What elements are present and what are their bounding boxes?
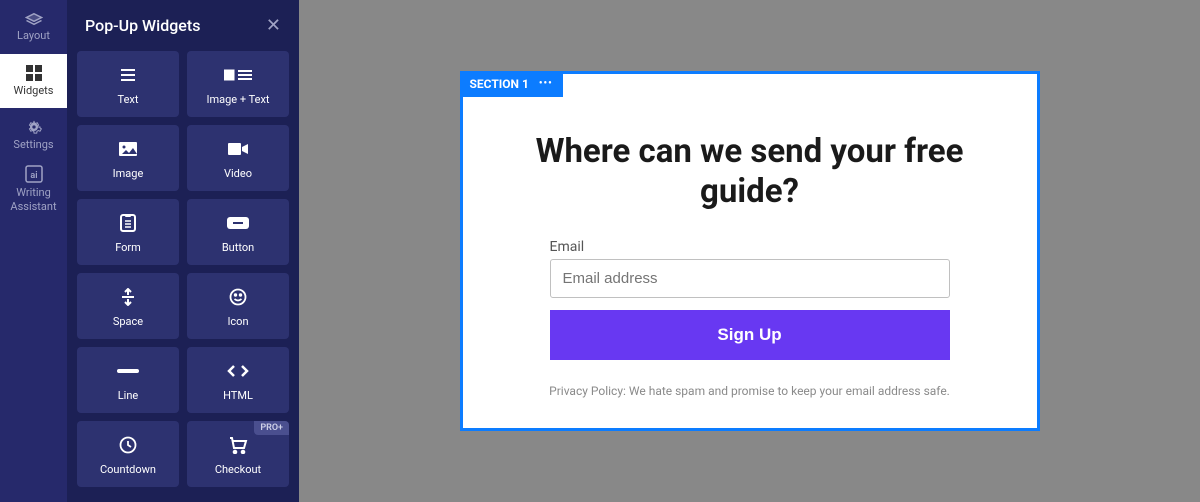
signup-button[interactable]: Sign Up: [550, 310, 950, 360]
popup-content: Where can we send your free guide? Email…: [463, 74, 1037, 428]
widget-image-text[interactable]: Image + Text: [187, 51, 289, 117]
popup-section[interactable]: SECTION 1 ••• Where can we send your fre…: [460, 71, 1040, 431]
kebab-icon[interactable]: •••: [539, 78, 553, 89]
ai-icon: ai: [25, 165, 43, 183]
close-icon[interactable]: ✕: [266, 17, 281, 35]
canvas[interactable]: SECTION 1 ••• Where can we send your fre…: [299, 0, 1200, 502]
form-icon: [120, 211, 136, 235]
left-rail: Layout Widgets Settings ai: [0, 0, 67, 502]
code-icon: [227, 359, 249, 383]
widget-countdown[interactable]: Countdown: [77, 421, 179, 487]
widget-html[interactable]: HTML: [187, 347, 289, 413]
widget-video-label: Video: [224, 167, 252, 180]
rail-layout-label: Layout: [17, 29, 50, 42]
widget-image-label: Image: [113, 167, 144, 180]
line-icon: [117, 359, 139, 383]
widget-button[interactable]: Button: [187, 199, 289, 265]
widget-space[interactable]: Space: [77, 273, 179, 339]
text-icon: [118, 63, 138, 87]
space-icon: [120, 285, 136, 309]
widget-text-label: Text: [118, 93, 139, 106]
widget-grid: Text Image + Text Image: [67, 51, 299, 487]
smile-icon: [229, 285, 247, 309]
widget-image[interactable]: Image: [77, 125, 179, 191]
widget-text[interactable]: Text: [77, 51, 179, 117]
privacy-text[interactable]: Privacy Policy: We hate spam and promise…: [503, 384, 997, 398]
rail-settings-label: Settings: [13, 138, 53, 151]
rail-ai-label: Writing Assistant: [0, 186, 67, 212]
widget-form-label: Form: [115, 241, 141, 254]
rail-settings[interactable]: Settings: [0, 108, 67, 162]
widgets-icon: [26, 65, 42, 81]
widget-checkout[interactable]: PRO+ Checkout: [187, 421, 289, 487]
widget-countdown-label: Countdown: [100, 463, 156, 476]
widget-panel: Pop-Up Widgets ✕ Text Image + Text: [67, 0, 299, 502]
rail-layout[interactable]: Layout: [0, 0, 67, 54]
pro-badge: PRO+: [254, 421, 289, 435]
panel-title: Pop-Up Widgets: [85, 16, 200, 35]
rail-writing-assistant[interactable]: ai Writing Assistant: [0, 162, 67, 216]
panel-header: Pop-Up Widgets ✕: [67, 0, 299, 51]
widget-space-label: Space: [113, 315, 143, 328]
widget-icon-label: Icon: [227, 315, 248, 328]
widget-line[interactable]: Line: [77, 347, 179, 413]
rail-widgets[interactable]: Widgets: [0, 54, 67, 108]
gear-icon: [26, 119, 42, 135]
section-tag[interactable]: SECTION 1 •••: [460, 71, 563, 97]
layers-icon: [25, 12, 43, 26]
signup-form: Email Sign Up: [550, 239, 950, 360]
widget-button-label: Button: [222, 241, 254, 254]
image-text-icon: [224, 63, 252, 87]
widget-image-text-label: Image + Text: [206, 93, 269, 106]
email-field[interactable]: [550, 259, 950, 298]
cart-icon: [228, 433, 248, 457]
rail-widgets-label: Widgets: [14, 84, 54, 97]
video-icon: [228, 137, 248, 161]
clock-icon: [119, 433, 137, 457]
image-icon: [119, 137, 137, 161]
widget-icon[interactable]: Icon: [187, 273, 289, 339]
widget-form[interactable]: Form: [77, 199, 179, 265]
section-tag-label: SECTION 1: [470, 77, 529, 91]
svg-text:ai: ai: [30, 171, 37, 181]
widget-html-label: HTML: [223, 389, 253, 402]
widget-video[interactable]: Video: [187, 125, 289, 191]
email-label: Email: [550, 239, 950, 255]
popup-heading[interactable]: Where can we send your free guide?: [503, 132, 997, 211]
button-icon: [227, 211, 249, 235]
widget-line-label: Line: [118, 389, 139, 402]
widget-checkout-label: Checkout: [215, 463, 261, 476]
